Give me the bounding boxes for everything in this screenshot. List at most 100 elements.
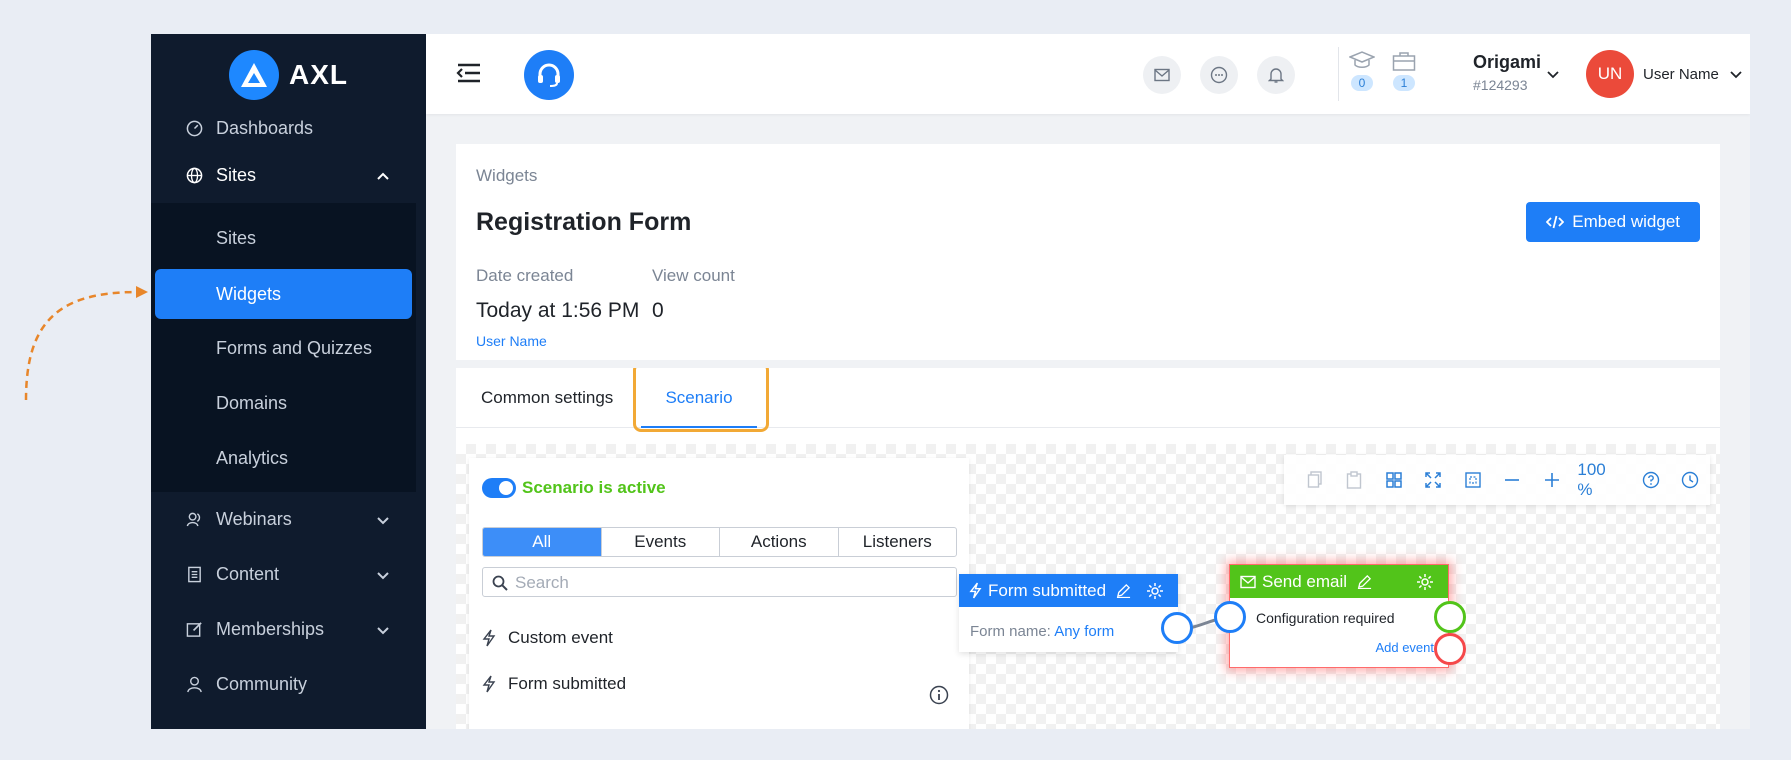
header-divider [1338,47,1339,101]
org-name: Origami [1473,52,1542,72]
arrange-button[interactable] [1374,460,1413,500]
input-port[interactable] [1214,601,1246,633]
node-header[interactable]: Send email [1230,565,1448,598]
briefcase-icon [1392,52,1416,71]
org-switcher[interactable]: Origami #124293 [1473,52,1541,93]
globe-icon [185,167,203,185]
node-title: Send email [1262,571,1348,591]
view-count-value: 0 [652,299,664,322]
mail-icon [1240,575,1256,588]
courses-indicator[interactable]: 0 [1348,50,1376,91]
sidebar-item-label: Domains [216,393,288,413]
paste-button[interactable] [1334,460,1373,500]
history-button[interactable] [1670,460,1709,500]
scenario-active-toggle-row: Scenario is active [482,478,666,498]
form-name-value[interactable]: Any form [1054,623,1114,640]
chevron-up-icon [377,172,389,180]
copy-icon [1307,471,1322,488]
node-body: Form name: Any form [959,607,1178,652]
notifications-button[interactable] [1257,56,1295,94]
sidebar-item-label: Webinars [216,509,292,529]
output-port[interactable] [1161,612,1193,644]
node-title: Form submitted [988,580,1107,600]
plus-icon [1544,473,1559,487]
node-form-submitted[interactable]: Form submitted Form name: Any form [959,574,1193,652]
palette-item-custom-event[interactable]: Custom event [482,628,613,648]
embed-widget-button[interactable]: Embed widget [1526,202,1700,242]
sidebar-item-label: Memberships [216,619,325,639]
author-link[interactable]: User Name [476,333,547,349]
gear-icon[interactable] [1146,582,1164,600]
logo[interactable]: AXL [151,34,426,112]
sidebar-item-content[interactable]: Content [151,547,426,602]
palette-search-input[interactable] [515,572,945,594]
sidebar-subitem-sites[interactable]: Sites [151,211,416,266]
error-port[interactable] [1434,633,1466,665]
sidebar-subitem-widgets[interactable]: Widgets [155,269,412,319]
node-send-email[interactable]: Send email Configuration required Add ev… [1214,564,1466,668]
chevron-down-icon [377,516,389,524]
gear-icon[interactable] [1416,573,1434,591]
filter-events[interactable]: Events [600,528,720,556]
orders-count-badge: 1 [1393,75,1415,91]
paste-icon [1347,471,1362,489]
sidebar-item-label: Sites [216,165,257,185]
palette-item-label: Custom event [508,628,613,647]
filter-all[interactable]: All [483,528,601,556]
sidebar-subitem-domains[interactable]: Domains [151,376,416,431]
user-name[interactable]: User Name [1643,66,1719,83]
orders-indicator[interactable]: 1 [1390,50,1418,91]
sidebar-item-label: Dashboards [216,117,314,138]
avatar[interactable]: UN [1586,50,1634,98]
filter-actions[interactable]: Actions [719,528,838,556]
zoom-out-button[interactable] [1492,460,1531,500]
breadcrumb[interactable]: Widgets [476,166,537,186]
pencil-icon[interactable] [1357,574,1372,589]
logo-icon [229,50,279,100]
info-icon[interactable] [929,685,949,705]
chevron-down-icon[interactable] [1729,67,1743,81]
graduation-cap-icon [1349,51,1375,68]
zoom-in-button[interactable] [1532,460,1571,500]
sidebar-item-label: Community [216,674,308,694]
sidebar-subitem-analytics[interactable]: Analytics [151,431,416,486]
pencil-icon[interactable] [1116,583,1131,598]
sidebar-item-memberships[interactable]: Memberships [151,602,426,657]
fit-view-button[interactable] [1413,460,1452,500]
zoom-level: 100 % [1577,460,1606,499]
pointer-arrow-icon [24,286,148,401]
sidebar-subitem-forms[interactable]: Forms and Quizzes [151,321,416,376]
add-event-link[interactable]: Add event [1375,640,1434,655]
copy-button[interactable] [1295,460,1334,500]
minus-icon [1505,479,1520,481]
view-count-label: View count [652,266,735,285]
success-port[interactable] [1434,601,1466,633]
support-button[interactable] [524,50,574,100]
help-button[interactable] [1631,460,1670,500]
courses-count-badge: 0 [1351,75,1373,91]
chat-button[interactable] [1200,56,1238,94]
org-id: #124293 [1473,77,1528,93]
sidebar-item-label: Content [216,564,280,584]
scenario-canvas[interactable]: Scenario is active All Events Actions Li… [456,444,1720,729]
chevron-down-icon[interactable] [1546,67,1560,81]
scenario-active-toggle[interactable] [482,478,516,498]
filter-listeners[interactable]: Listeners [837,528,957,556]
user-icon [185,676,203,694]
menu-collapse-icon[interactable] [456,62,482,84]
palette-item-form-submitted[interactable]: Form submitted [482,674,626,694]
lightning-icon [482,675,496,693]
node-header[interactable]: Form submitted [959,574,1178,607]
palette-filter-group: All Events Actions Listeners [482,527,957,557]
mail-button[interactable] [1143,56,1181,94]
tab-common-settings[interactable]: Common settings [481,368,613,428]
chevron-down-icon [377,571,389,579]
search-icon [492,575,508,591]
sidebar-item-webinars[interactable]: Webinars [151,492,426,547]
sidebar-item-label: Sites [216,228,257,248]
sidebar-item-sites[interactable]: Sites [151,148,426,203]
sidebar-item-dashboards[interactable]: Dashboards [151,108,426,148]
lightning-icon [969,582,982,599]
select-area-button[interactable] [1453,460,1492,500]
sidebar-item-community[interactable]: Community [151,657,426,712]
